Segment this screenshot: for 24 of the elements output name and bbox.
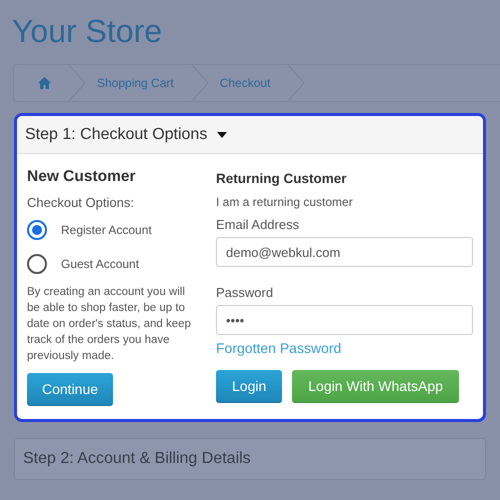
section-heading: New Customer xyxy=(27,168,137,186)
caret-icon[interactable] xyxy=(217,132,228,138)
step-title[interactable]: Step 2: Account & Billing Details xyxy=(23,450,251,468)
section-heading: Returning Customer xyxy=(216,171,348,186)
description: By creating an account you will be able to shop faster, be up to date on order's status, and keep track of the orders you have previously made. xyxy=(27,285,192,364)
email-field[interactable]: demo@webkul.com xyxy=(216,237,473,267)
whatsapp-login-button[interactable]: Login With WhatsApp xyxy=(292,370,459,403)
store-title: Your Store xyxy=(12,12,164,50)
field-label: Password xyxy=(216,285,274,300)
field-label: Email Address xyxy=(216,217,300,232)
radio-button[interactable] xyxy=(27,220,47,240)
continue-button[interactable]: Continue xyxy=(27,373,114,406)
radio-option[interactable]: Register Account xyxy=(27,220,216,240)
options-label: Checkout Options: xyxy=(27,195,135,210)
breadcrumb-link[interactable]: Checkout xyxy=(216,65,288,101)
password-field[interactable]: •••• xyxy=(216,305,473,335)
home-icon xyxy=(38,77,51,89)
step-title[interactable]: Step 1: Checkout Options xyxy=(25,126,208,144)
subtitle: I am a returning customer xyxy=(216,195,354,209)
radio-option[interactable]: Guest Account xyxy=(27,254,216,274)
breadcrumb-link[interactable]: Shopping Cart xyxy=(93,65,192,101)
forgotten-password-link[interactable]: Forgotten Password xyxy=(216,340,473,356)
login-button[interactable]: Login xyxy=(216,370,282,403)
radio-button[interactable] xyxy=(27,254,47,274)
